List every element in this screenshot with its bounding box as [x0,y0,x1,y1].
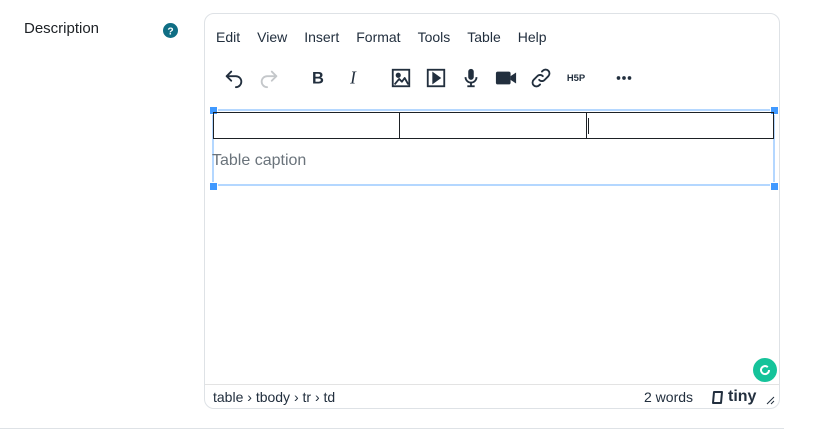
menu-insert[interactable]: Insert [304,28,339,48]
redo-icon [260,70,278,89]
undo-icon [225,70,243,89]
redo-button[interactable] [253,62,285,94]
path-separator: › [314,389,320,405]
grammarly-icon [760,365,771,376]
more-icon [616,76,632,80]
more-button[interactable] [608,62,640,94]
path-tr[interactable]: tr [303,389,312,405]
menu-help[interactable]: Help [518,28,547,48]
rich-text-editor[interactable]: Edit View Insert Format Tools Table Help… [204,13,780,409]
menu-table[interactable]: Table [467,28,500,48]
resize-grip-icon[interactable] [765,395,775,405]
menu-edit[interactable]: Edit [216,28,240,48]
link-icon [531,68,551,88]
media-icon [426,68,446,88]
h5p-icon: H5P [567,72,585,83]
table-cell[interactable] [586,112,774,139]
menubar: Edit View Insert Format Tools Table Help [216,28,564,48]
path-separator: › [293,389,299,405]
resize-handle-bottom-left[interactable] [209,182,218,191]
path-tbody[interactable]: tbody [256,389,290,405]
resize-handle-bottom-right[interactable] [770,182,779,191]
italic-button[interactable]: I [337,62,369,94]
help-icon[interactable]: ? [163,23,178,38]
record-video-button[interactable] [490,62,522,94]
italic-icon: I [349,68,357,88]
table-cell[interactable] [213,112,400,139]
statusbar: table › tbody › tr › td 2 words tiny [205,384,779,408]
menu-tools[interactable]: Tools [418,28,451,48]
content-table[interactable] [213,112,774,139]
bold-button[interactable]: B [302,62,334,94]
image-icon [391,68,411,88]
tiny-brand-text: tiny [728,388,757,405]
svg-text:H5P: H5P [567,72,585,83]
tiny-brand-icon [712,390,723,404]
text-cursor [588,118,589,134]
svg-text:?: ? [167,26,173,37]
tiny-logo[interactable]: tiny [710,388,756,406]
media-button[interactable] [420,62,452,94]
path-td[interactable]: td [324,389,336,405]
grammarly-button[interactable] [753,358,777,382]
table-row [213,112,774,139]
description-label: Description [24,20,100,37]
table-cell[interactable] [399,112,587,139]
toolbar: B I H5P [205,62,779,96]
image-button[interactable] [385,62,417,94]
divider [0,428,784,429]
svg-text:I: I [349,68,357,88]
path-separator: › [247,389,252,405]
microphone-icon [464,68,478,88]
video-camera-icon [495,71,517,85]
editor-content[interactable]: Table caption [205,106,779,386]
record-audio-button[interactable] [455,62,487,94]
bold-icon: B [312,70,324,88]
menu-view[interactable]: View [257,28,287,48]
element-path: table › tbody › tr › td [213,389,335,405]
link-button[interactable] [525,62,557,94]
h5p-button[interactable]: H5P [560,62,592,94]
undo-button[interactable] [218,62,250,94]
word-count[interactable]: 2 words [644,389,693,405]
table-caption[interactable]: Table caption [212,152,306,170]
svg-text:B: B [312,70,324,88]
path-table[interactable]: table [213,389,243,405]
menu-format[interactable]: Format [356,28,400,48]
